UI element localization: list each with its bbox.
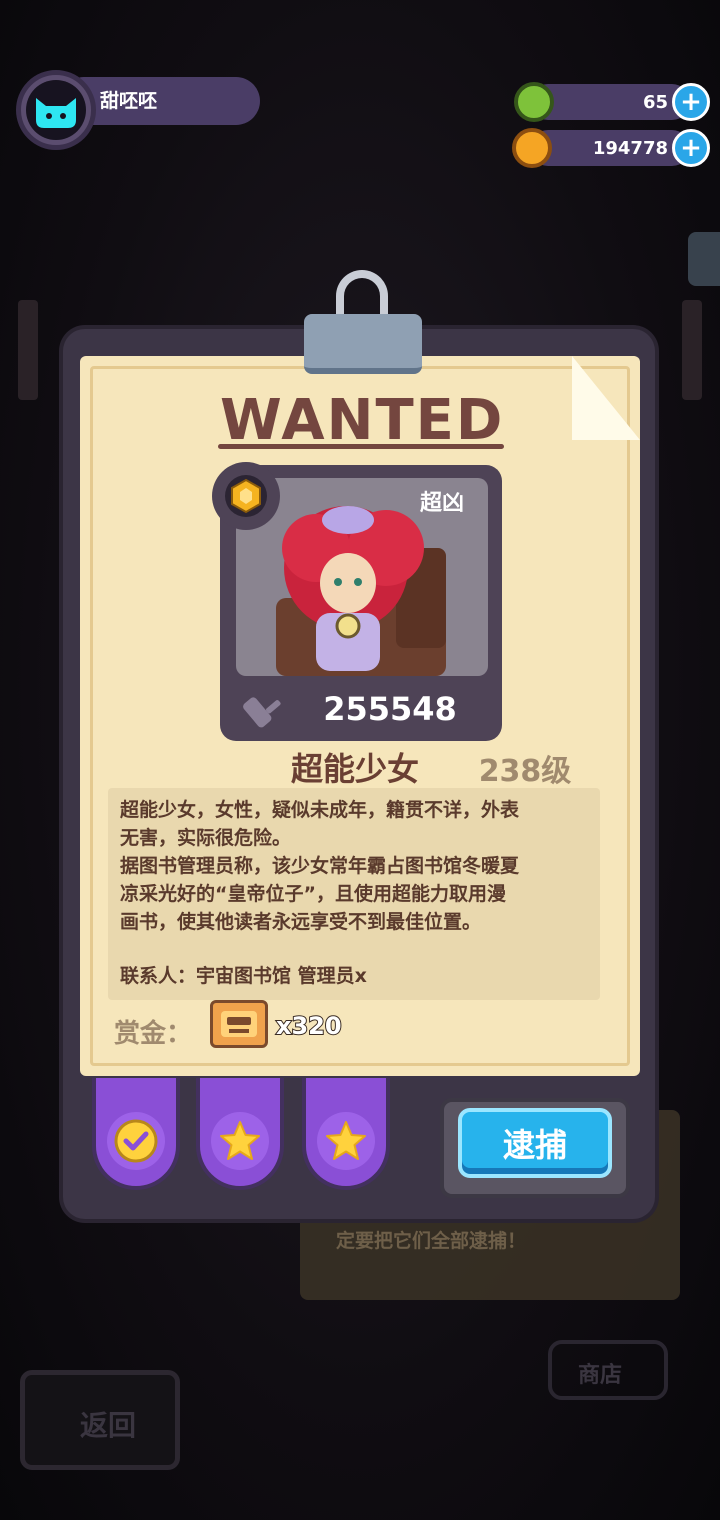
star-icon [326,1121,366,1160]
rank-badge [212,462,280,530]
shop-button-label: 商店 [578,1363,623,1388]
title-underline [218,444,504,449]
target-name: 超能少女 [290,750,419,788]
reward-count: x320 [275,1011,343,1041]
description-line: 超能少女，女性，疑似未成年，籍贯不详，外表 [120,799,520,821]
reward-label: 赏金： [114,1019,193,1049]
star-icon [220,1121,260,1160]
background-machine-left [18,300,38,400]
gem-icon [514,82,554,122]
tab-star-1[interactable] [196,1078,284,1190]
cassette-icon [221,1011,257,1037]
contact-line: 联系人：宇宙图书馆 管理员x [120,965,367,987]
description-line: 据图书管理员称，该少女常年霸占图书馆冬暖夏 [120,855,520,877]
description-line: 无害，实际很危险。 [120,827,292,849]
arrest-button[interactable]: 逮捕 [458,1108,612,1178]
coin-count: 194778 [592,138,668,159]
tab-icon-holder [211,1112,269,1170]
player-name: 甜呸呸 [100,90,158,112]
combat-power: 255548 [323,690,457,728]
planet-coin-icon [512,128,552,168]
description-line: 画书，使其他读者永远享受不到最佳位置。 [120,911,482,933]
tab-completed[interactable] [92,1078,180,1190]
avatar[interactable] [26,80,86,140]
sword-power-icon [243,697,281,728]
check-icon [114,1119,158,1163]
binder-clip [304,314,422,374]
tab-icon-holder [317,1112,375,1170]
tab-star-2[interactable] [302,1078,390,1190]
danger-tag: 超凶 [420,491,465,516]
gem-count: 65 [642,92,668,113]
hexagon-rank-icon [225,475,267,517]
back-button-label: 返回 [80,1409,137,1442]
binder-clip-handle [336,270,388,320]
add-gem-button[interactable]: + [672,83,710,121]
background-note-text: 定要把它们全部逮捕！ [336,1226,526,1256]
target-level: 238级 [478,754,572,789]
add-coin-button[interactable]: + [672,129,710,167]
cat-face-icon [36,98,76,128]
reward-item-icon [210,1000,268,1048]
description-line: 凉采光好的“皇帝位子”，且使用超能力取用漫 [120,883,506,905]
tab-icon-holder [107,1112,165,1170]
side-drawer-handle[interactable] [688,232,720,286]
background-machine-right [682,300,702,400]
background-note-line: 定要把它们全部逮捕！ [336,1230,527,1252]
